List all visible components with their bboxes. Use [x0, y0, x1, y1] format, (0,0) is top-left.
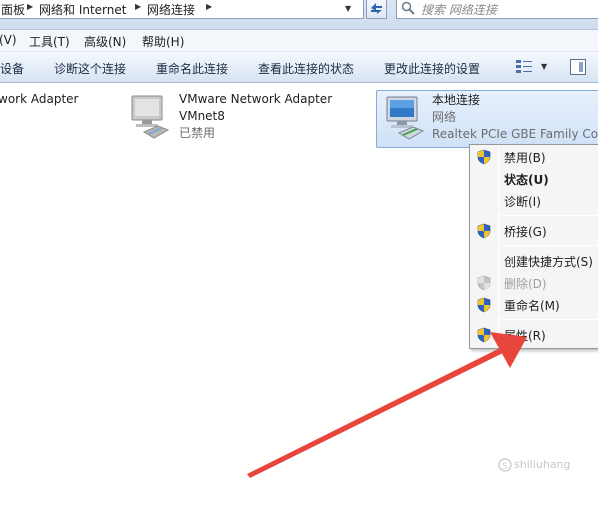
menu-bar: (V) 工具(T) 高级(N) 帮助(H) — [0, 30, 598, 52]
context-item-label: 重命名(M) — [504, 299, 560, 313]
shield-icon — [477, 327, 491, 343]
change-settings-button[interactable]: 更改此连接的设置 — [384, 60, 480, 77]
context-item-create-shortcut[interactable]: 创建快捷方式(S) — [470, 250, 598, 272]
context-item-label: 删除(D) — [504, 277, 547, 291]
adapter-device: Realtek PCIe GBE Family Con — [432, 127, 598, 141]
watermark-text: shiliuhang — [514, 458, 571, 471]
breadcrumb-arrow-icon[interactable]: ▶ — [206, 2, 212, 11]
context-item-bridge[interactable]: 桥接(G) — [470, 220, 598, 242]
context-item-rename[interactable]: 重命名(M) — [470, 294, 598, 316]
context-item-disable[interactable]: 禁用(B) — [470, 146, 598, 168]
rename-connection-button[interactable]: 重命名此连接 — [156, 60, 228, 77]
search-icon — [401, 1, 415, 15]
shield-icon — [477, 223, 491, 239]
context-item-delete: 删除(D) — [470, 272, 598, 294]
search-input[interactable]: 搜索 网络连接 — [396, 0, 598, 19]
search-placeholder: 搜索 网络连接 — [421, 3, 497, 17]
context-item-label: 创建快捷方式(S) — [504, 255, 593, 269]
view-status-button[interactable]: 查看此连接的状态 — [258, 60, 354, 77]
shield-icon — [477, 149, 491, 165]
diagnose-connection-button[interactable]: 诊断这个连接 — [54, 60, 126, 77]
address-bar: 面板 ▶ 网络和 Internet ▶ 网络连接 ▶ ▼ 搜索 网络连接 — [0, 0, 598, 30]
preview-pane-icon[interactable] — [570, 59, 586, 75]
svg-text:S: S — [502, 462, 508, 472]
adapter-name: 本地连接 — [432, 93, 481, 107]
adapter-item[interactable]: VMware Network Adapter VMnet8 已禁用 — [124, 90, 364, 148]
context-item-label: 属性(R) — [504, 329, 546, 343]
watermark-logo-icon: S — [498, 458, 512, 472]
breadcrumb-item-network-internet[interactable]: 网络和 Internet — [39, 1, 126, 18]
menu-separator — [500, 245, 598, 246]
context-item-label: 状态(U) — [504, 173, 549, 187]
adapter-name: work Adapter — [0, 92, 79, 106]
disable-device-button[interactable]: 设备 — [0, 60, 24, 77]
menu-separator — [500, 215, 598, 216]
adapter-item-selected[interactable]: 本地连接 网络 Realtek PCIe GBE Family Con — [376, 90, 598, 148]
adapter-name: VMware Network Adapter — [179, 92, 333, 106]
menu-advanced[interactable]: 高级(N) — [84, 33, 126, 50]
network-adapter-icon — [131, 95, 170, 139]
breadcrumb-arrow-icon[interactable]: ▶ — [135, 2, 141, 11]
view-options-icon[interactable] — [515, 59, 533, 75]
context-item-status[interactable]: 状态(U) — [470, 168, 598, 190]
breadcrumb-arrow-icon[interactable]: ▶ — [27, 2, 33, 11]
breadcrumb-item-control-panel[interactable]: 面板 — [1, 1, 25, 18]
adapter-network: 网络 — [432, 110, 457, 124]
shield-icon — [477, 297, 491, 313]
context-item-diagnose[interactable]: 诊断(I) — [470, 190, 598, 212]
menu-tools[interactable]: 工具(T) — [29, 33, 70, 50]
context-item-properties[interactable]: 属性(R) — [470, 324, 598, 346]
breadcrumb[interactable]: 面板 ▶ 网络和 Internet ▶ 网络连接 ▶ ▼ — [0, 0, 364, 19]
context-menu: 禁用(B) 状态(U) 诊断(I) 桥接(G) 创建快捷方式(S) 删除(D) … — [469, 144, 598, 349]
menu-help[interactable]: 帮助(H) — [142, 33, 184, 50]
refresh-icon — [371, 3, 382, 14]
refresh-button[interactable] — [366, 0, 387, 19]
network-adapter-icon — [386, 96, 425, 140]
adapter-item[interactable]: work Adapter — [0, 90, 120, 130]
context-item-label: 禁用(B) — [504, 151, 546, 165]
chevron-down-icon[interactable]: ▼ — [345, 4, 351, 13]
menu-view[interactable]: (V) — [0, 33, 17, 47]
adapter-network: VMnet8 — [179, 109, 225, 123]
menu-separator — [500, 319, 598, 320]
breadcrumb-item-network-connections[interactable]: 网络连接 — [147, 1, 195, 18]
shield-icon — [477, 275, 491, 291]
context-item-label: 诊断(I) — [504, 195, 541, 209]
command-bar: 设备 诊断这个连接 重命名此连接 查看此连接的状态 更改此连接的设置 ▼ — [0, 52, 598, 83]
chevron-down-icon[interactable]: ▼ — [541, 62, 547, 71]
context-item-label: 桥接(G) — [504, 225, 547, 239]
adapter-status: 已禁用 — [179, 126, 216, 140]
